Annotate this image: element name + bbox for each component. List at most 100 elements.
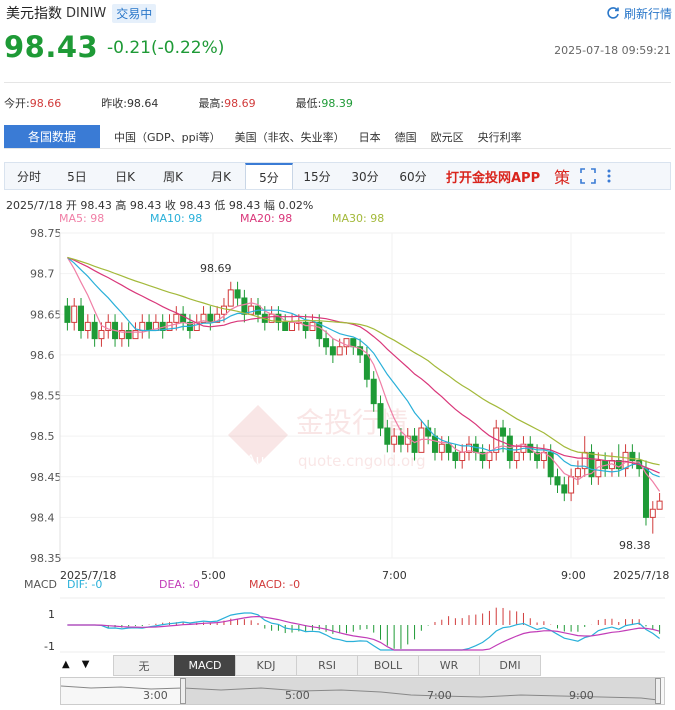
candle-body: [452, 451, 459, 461]
candle-body: [98, 330, 105, 340]
candle-body: [248, 305, 255, 315]
divider: [4, 82, 671, 83]
indicator-none[interactable]: 无: [113, 655, 175, 676]
quote-stats: 今开:98.66 昨收:98.64 最高:98.69 最低:98.39: [4, 95, 393, 111]
indicator-dmi[interactable]: DMI: [479, 655, 541, 676]
candle-body: [207, 313, 214, 323]
price-change: -0.21(-0.22%): [107, 38, 225, 58]
indicator-rsi[interactable]: RSI: [296, 655, 358, 676]
candle-body: [282, 321, 289, 331]
candle-body: [574, 468, 581, 478]
stat-high: 最高:98.69: [198, 97, 256, 110]
candle-body: [220, 305, 227, 315]
quote-header: 美元指数 DINIW 交易中: [6, 3, 157, 23]
candle-body: [377, 403, 384, 429]
tab-germany[interactable]: 德国: [395, 125, 417, 148]
candle-body: [459, 451, 466, 461]
candle-body: [561, 484, 568, 494]
instrument-code: DINIW: [66, 5, 107, 21]
navigator-label: 5:00: [285, 689, 310, 702]
tab-central-bank-rates[interactable]: 央行利率: [478, 125, 522, 148]
candle-body: [506, 435, 513, 461]
candle-body: [329, 346, 336, 356]
stat-open: 今开:98.66: [4, 97, 62, 110]
candle-body: [146, 321, 153, 331]
candle-body: [78, 305, 85, 331]
candle-body: [486, 451, 493, 461]
macd-legend: MACD: -0: [249, 578, 301, 591]
instrument-name: 美元指数: [6, 6, 62, 22]
period-tab-30min[interactable]: 30分: [341, 163, 389, 189]
y-tick-label: 98.4: [30, 511, 55, 524]
navigator-right-handle[interactable]: [655, 678, 661, 704]
candle-body: [71, 305, 78, 323]
navigator-label: 7:00: [427, 689, 452, 702]
candle-body: [323, 338, 330, 348]
candle-body: [554, 476, 561, 486]
tab-eurozone[interactable]: 欧元区: [431, 125, 464, 148]
fullscreen-icon[interactable]: [580, 163, 596, 189]
watermark-url: quote.cngold.org: [298, 452, 426, 470]
period-tab-60min[interactable]: 60分: [389, 163, 437, 189]
period-tab-15min[interactable]: 15分: [293, 163, 341, 189]
indicator-kdj[interactable]: KDJ: [235, 655, 297, 676]
tab-japan[interactable]: 日本: [359, 125, 381, 148]
period-tab-weekly[interactable]: 周K: [149, 163, 197, 189]
candle-body: [84, 321, 91, 331]
scroll-down-icon[interactable]: ▼: [82, 659, 90, 670]
candle-body: [397, 435, 404, 445]
refresh-label: 刷新行情: [623, 6, 672, 21]
strategy-icon[interactable]: 策: [554, 163, 570, 189]
tab-country-data[interactable]: 各国数据: [4, 125, 100, 148]
candle-body: [64, 305, 71, 323]
stat-prev-close: 昨收:98.64: [101, 97, 159, 110]
candle-body: [568, 476, 575, 494]
navigator-left-handle[interactable]: [180, 678, 186, 704]
macd-tick-label: -1: [44, 640, 55, 653]
indicator-wr[interactable]: WR: [418, 655, 480, 676]
tab-usa[interactable]: 美国（非农、失业率）: [235, 125, 345, 148]
candle-body: [234, 289, 241, 299]
x-tick-label: 9:00: [561, 569, 586, 582]
y-tick-label: 98.75: [30, 227, 62, 240]
y-tick-label: 98.45: [30, 471, 62, 484]
navigator-label: 9:00: [569, 689, 594, 702]
indicator-macd[interactable]: MACD: [174, 655, 236, 676]
y-tick-label: 98.7: [30, 268, 55, 281]
chart-scroll-arrows: ▲ ▼: [62, 659, 89, 670]
period-tab-5min[interactable]: 5分: [245, 163, 293, 189]
candle-body: [241, 297, 248, 315]
open-app-link[interactable]: 打开金投网APP: [446, 163, 540, 189]
candle-body: [289, 321, 296, 331]
more-icon[interactable]: [606, 163, 612, 189]
x-tick-label: 2025/7/18: [613, 569, 669, 582]
current-price: 98.43: [4, 30, 99, 64]
trading-status-badge: 交易中: [112, 3, 157, 23]
indicator-boll[interactable]: BOLL: [357, 655, 419, 676]
indicator-tabs: 无 MACD KDJ RSI BOLL WR DMI: [113, 655, 541, 676]
scroll-up-icon[interactable]: ▲: [62, 659, 70, 670]
candle-body: [91, 321, 98, 340]
tab-china[interactable]: 中国（GDP、ppi等）: [114, 125, 221, 148]
refresh-button[interactable]: 刷新行情: [606, 3, 672, 23]
ohlc-readout: 2025/7/18 开 98.43 高 98.43 收 98.43 低 98.4…: [6, 199, 314, 212]
y-tick-label: 98.6: [30, 349, 55, 362]
dea-legend: DEA: -0: [159, 578, 200, 591]
candle-body: [622, 451, 629, 470]
period-tab-5day[interactable]: 5日: [53, 163, 101, 189]
candle-body: [472, 443, 479, 453]
candle-body: [445, 443, 452, 453]
candle-body: [370, 378, 377, 405]
candle-body: [391, 435, 398, 445]
macd-title: MACD: [24, 578, 57, 591]
candle-body: [656, 500, 663, 510]
candle-body: [350, 338, 357, 348]
period-tab-intraday[interactable]: 分时: [5, 163, 53, 189]
y-tick-label: 98.65: [30, 308, 62, 321]
period-tab-daily[interactable]: 日K: [101, 163, 149, 189]
candle-body: [139, 321, 146, 331]
candle-body: [302, 321, 309, 331]
stat-low: 最低:98.39: [295, 97, 353, 110]
period-tab-monthly[interactable]: 月K: [197, 163, 245, 189]
high-marker-label: 98.69: [200, 262, 232, 275]
